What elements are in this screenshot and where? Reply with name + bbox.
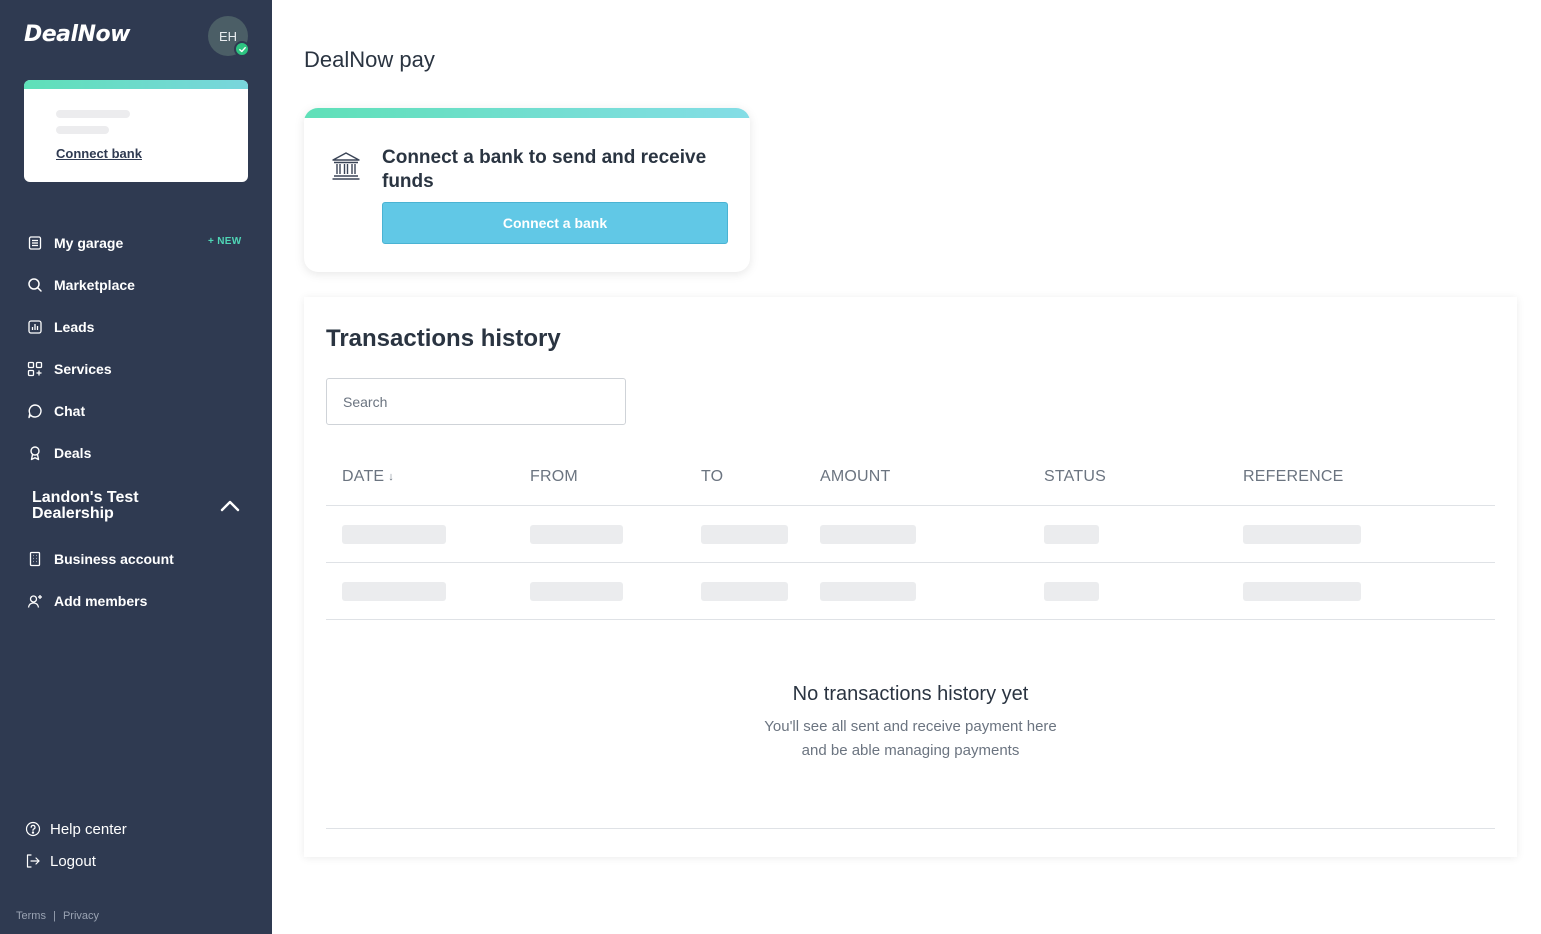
empty-state-message: You'll see all sent and receive payment … (326, 715, 1495, 763)
card-accent-bar (304, 108, 750, 118)
help-icon (24, 820, 42, 838)
logout-link[interactable]: Logout (24, 852, 96, 870)
dealership-name: Landon's Test Dealership (32, 489, 139, 522)
skeleton-cell (1044, 525, 1099, 544)
sidebar-item-my-garage[interactable]: My garage (26, 231, 123, 255)
skeleton-cell (1243, 525, 1361, 544)
skeleton-cell (1044, 582, 1099, 601)
sidebar-item-label: Business account (54, 551, 174, 567)
card-accent-bar (24, 80, 248, 89)
transactions-title: Transactions history (326, 325, 561, 352)
skeleton-cell (820, 525, 916, 544)
sort-down-icon: ↓ (388, 471, 394, 483)
sidebar-item-leads[interactable]: Leads (26, 315, 94, 339)
skeleton-cell (342, 582, 446, 601)
sidebar-item-add-members[interactable]: Add members (26, 589, 147, 613)
sidebar-item-marketplace[interactable]: Marketplace (26, 273, 135, 297)
logout-label: Logout (50, 852, 96, 870)
sidebar-item-label: Leads (54, 319, 95, 335)
empty-state-line: and be able managing payments (801, 742, 1020, 759)
connect-bank-panel: Connect a bank to send and receive funds… (304, 108, 750, 272)
building-icon (26, 550, 44, 568)
table-divider (326, 619, 1495, 620)
table-divider (326, 562, 1495, 563)
sidebar-item-label: My garage (54, 235, 124, 251)
empty-state-line: You'll see all sent and receive payment … (764, 718, 1057, 735)
column-header-date[interactable]: DATE ↓ (342, 468, 394, 486)
help-center-link[interactable]: Help center (24, 820, 127, 838)
skeleton-cell (701, 525, 788, 544)
column-header-to: TO (701, 468, 724, 485)
sidebar-item-label: Chat (54, 403, 86, 419)
skeleton-cell (530, 525, 623, 544)
skeleton-cell (701, 582, 788, 601)
add-user-icon (26, 592, 44, 610)
new-badge: + NEW (208, 236, 242, 247)
connect-bank-link[interactable]: Connect bank (56, 146, 142, 161)
sidebar-item-label: Marketplace (54, 277, 135, 293)
skeleton-cell (820, 582, 916, 601)
help-center-label: Help center (50, 820, 127, 838)
column-header-reference: REFERENCE (1243, 468, 1344, 485)
table-divider (326, 505, 1495, 506)
empty-state-title: No transactions history yet (792, 683, 1029, 705)
footer-links: Terms | Privacy (16, 910, 99, 922)
sidebar-item-chat[interactable]: Chat (26, 399, 85, 423)
table-divider (326, 828, 1495, 829)
sidebar-item-label: Add members (54, 593, 148, 609)
skeleton-cell (530, 582, 623, 601)
transactions-panel: Transactions history DATE ↓ FROM TO AMOU… (304, 297, 1517, 857)
placeholder-line (56, 110, 130, 118)
footer-separator: | (53, 910, 56, 922)
skeleton-cell (1243, 582, 1361, 601)
column-header-amount: AMOUNT (820, 468, 891, 485)
page-title: DealNow pay (304, 47, 435, 72)
terms-link[interactable]: Terms (16, 910, 46, 922)
column-header-from: FROM (530, 468, 578, 485)
column-header-label: DATE (342, 468, 385, 485)
skeleton-cell (342, 525, 446, 544)
sidebar-item-business-account[interactable]: Business account (26, 547, 174, 571)
connect-a-bank-button[interactable]: Connect a bank (382, 202, 728, 244)
connect-bank-card: Connect bank (24, 80, 248, 182)
user-avatar[interactable]: EH (208, 16, 250, 57)
bank-icon (330, 150, 362, 182)
search-icon (26, 276, 44, 294)
dealnow-logo[interactable]: DealNow (24, 22, 130, 47)
sidebar-item-services[interactable]: Services (26, 357, 112, 381)
placeholder-line (56, 126, 109, 134)
sidebar-item-deals[interactable]: Deals (26, 441, 91, 465)
verified-check-icon (234, 41, 250, 57)
sidebar-item-label: Deals (54, 445, 92, 461)
logout-icon (24, 852, 42, 870)
chart-icon (26, 318, 44, 336)
sidebar-item-label: Services (54, 361, 112, 377)
chevron-up-icon[interactable] (218, 496, 242, 516)
list-icon (26, 234, 44, 252)
column-header-status: STATUS (1044, 468, 1106, 485)
award-icon (26, 444, 44, 462)
sidebar: DealNow EH Connect bank My garage + NEW … (0, 0, 272, 934)
grid-icon (26, 360, 44, 378)
search-input[interactable] (326, 378, 626, 425)
chat-icon (26, 402, 44, 420)
avatar-initials: EH (218, 28, 238, 44)
connect-bank-heading: Connect a bank to send and receive funds (382, 147, 707, 192)
privacy-link[interactable]: Privacy (63, 910, 99, 922)
